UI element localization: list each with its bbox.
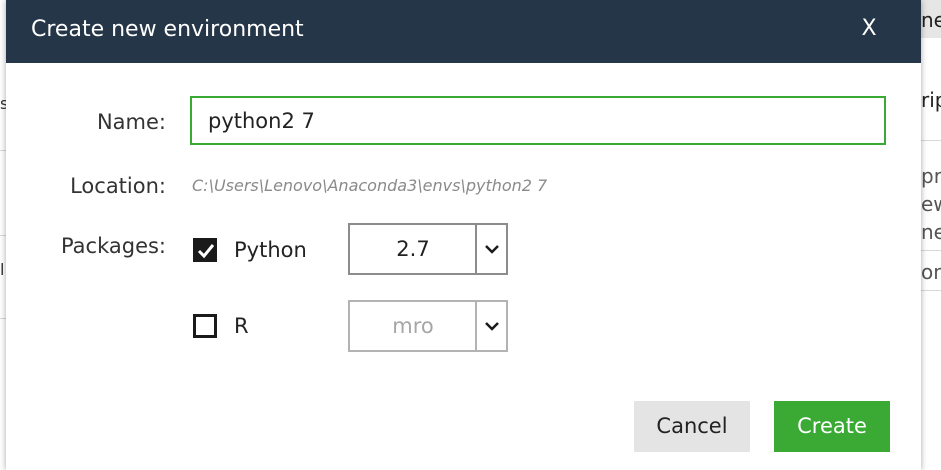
r-version-select[interactable]: mro bbox=[348, 300, 508, 352]
create-button[interactable]: Create bbox=[774, 401, 890, 452]
dialog-titlebar: Create new environment X bbox=[6, 0, 921, 63]
location-path: C:\Users\Lenovo\Anaconda3\envs\python2 7 bbox=[192, 176, 548, 195]
select-divider bbox=[475, 302, 477, 350]
environment-name-input[interactable] bbox=[190, 96, 886, 145]
python-version-select[interactable]: 2.7 bbox=[348, 223, 508, 275]
background-text-fragment: pre bbox=[921, 164, 941, 188]
background-divider bbox=[921, 140, 941, 141]
checkmark-icon bbox=[197, 244, 215, 259]
r-version-value: mro bbox=[392, 314, 434, 338]
cancel-button[interactable]: Cancel bbox=[634, 401, 750, 452]
background-app-right: ne rip pre ew ne on bbox=[921, 0, 941, 470]
create-environment-dialog: Create new environment X Name: Location:… bbox=[6, 0, 921, 470]
dialog-title: Create new environment bbox=[31, 17, 304, 42]
location-label: Location: bbox=[70, 174, 166, 198]
background-text-fragment: ew bbox=[921, 192, 941, 216]
r-checkbox[interactable] bbox=[193, 314, 217, 338]
python-package-label: Python bbox=[234, 238, 307, 262]
background-text-fragment: rip bbox=[921, 88, 941, 112]
select-divider bbox=[475, 225, 477, 273]
name-label: Name: bbox=[96, 110, 166, 134]
close-button[interactable]: X bbox=[851, 13, 887, 45]
chevron-down-icon bbox=[485, 322, 499, 331]
background-text-fragment: ne bbox=[921, 8, 941, 32]
python-checkbox[interactable] bbox=[193, 238, 217, 262]
background-text-fragment: l bbox=[0, 260, 5, 279]
background-text-fragment: on bbox=[921, 260, 941, 284]
chevron-down-icon bbox=[485, 245, 499, 254]
packages-label: Packages: bbox=[60, 234, 166, 258]
python-version-value: 2.7 bbox=[396, 237, 430, 261]
background-divider bbox=[921, 290, 941, 291]
background-text-fragment: ne bbox=[921, 220, 941, 244]
r-package-label: R bbox=[234, 314, 249, 338]
background-divider bbox=[921, 250, 941, 251]
app-screen: s l ne rip pre ew ne on Create new envir… bbox=[0, 0, 941, 470]
